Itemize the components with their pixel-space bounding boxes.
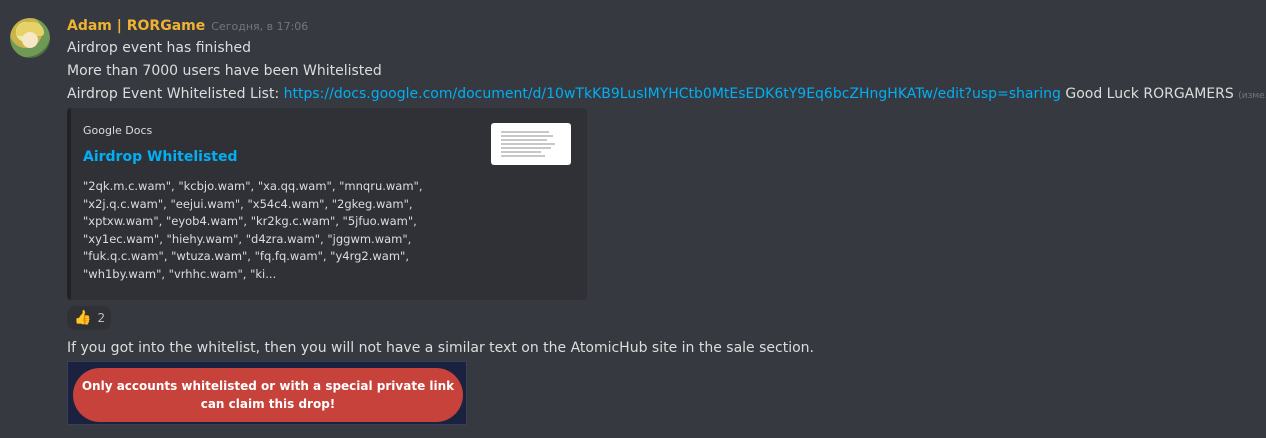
embed-provider: Google Docs [83,124,153,137]
edited-label: (изме... [1238,91,1266,101]
embed-thumbnail[interactable] [491,123,571,165]
whitelist-suffix: Good Luck RORGAMERS [1060,86,1239,102]
message-timestamp: Сегодня, в 17:06 [211,20,309,33]
author-name[interactable]: Adam | RORGame [67,18,205,34]
whitelist-line: Airdrop Event Whitelisted List: https://… [67,86,1266,102]
message-line: Airdrop event has finished [67,40,251,56]
message-line: More than 7000 users have been Whitelist… [67,63,382,79]
followup-text: If you got into the whitelist, then you … [67,340,814,356]
whitelist-link[interactable]: https://docs.google.com/document/d/10wTk… [284,86,1061,102]
link-embed: Google Docs Airdrop Whitelisted "2qk.m.c… [67,108,587,300]
reaction-count: 2 [97,311,106,325]
avatar[interactable] [10,18,50,58]
thumbs-up-icon: 👍 [74,310,92,326]
embed-description: "2qk.m.c.wam", "kcbjo.wam", "xa.qq.wam",… [83,179,423,281]
embed-title[interactable]: Airdrop Whitelisted [83,149,238,165]
attachment-banner-text: Only accounts whitelisted or with a spec… [73,368,463,422]
whitelist-prefix: Airdrop Event Whitelisted List: [67,86,284,102]
message-header: Adam | RORGame Сегодня, в 17:06 [67,18,308,40]
image-attachment[interactable]: Only accounts whitelisted or with a spec… [67,361,467,425]
reaction-thumbs-up[interactable]: 👍 2 [67,306,111,330]
